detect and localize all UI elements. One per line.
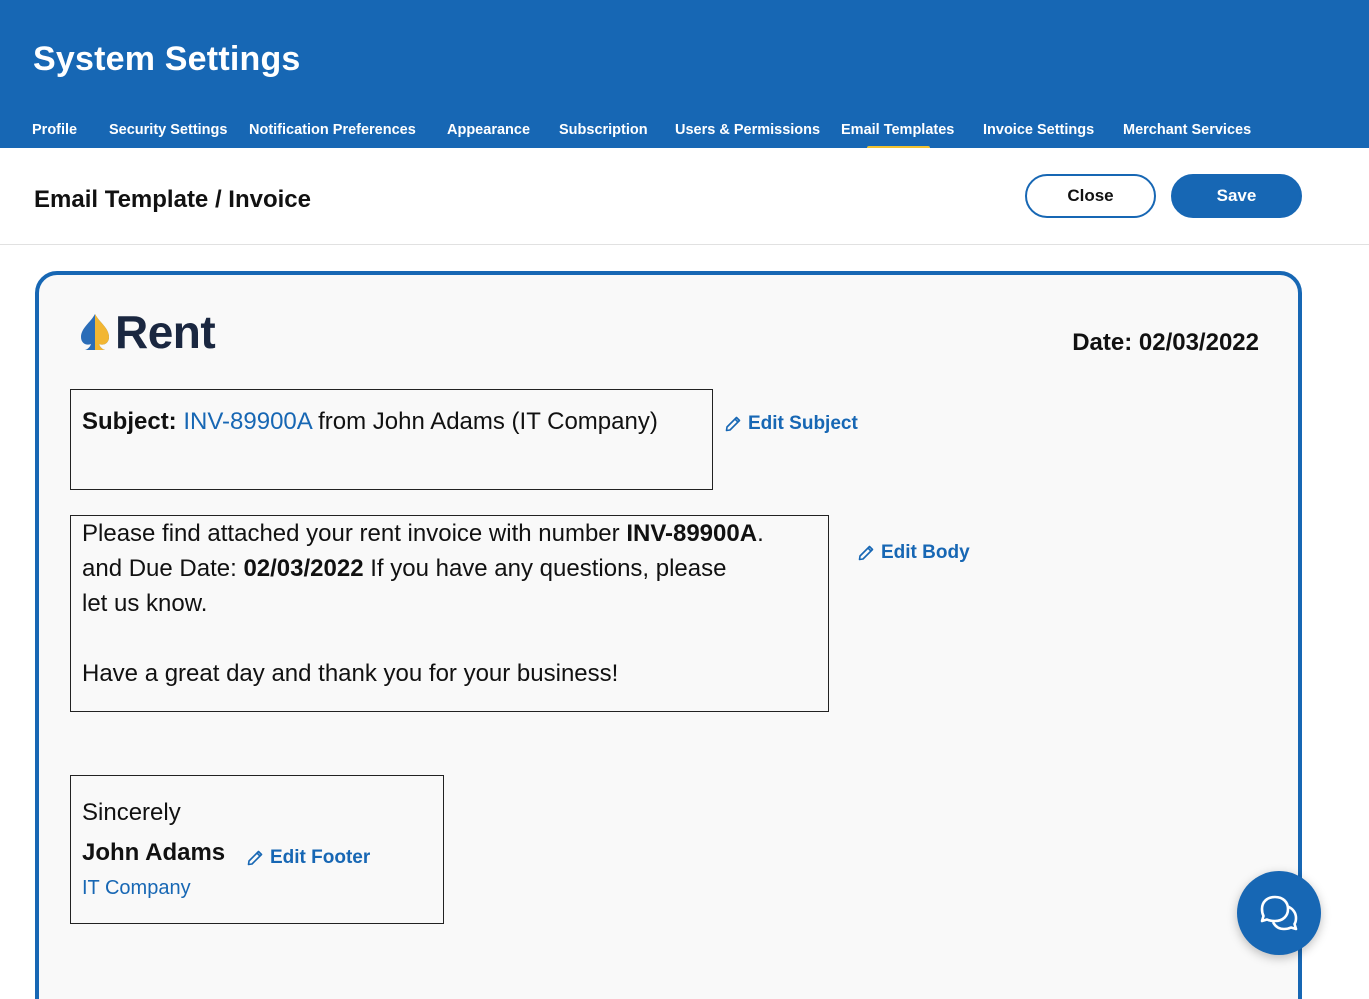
tab-users-permissions[interactable]: Users & Permissions: [675, 122, 820, 138]
footer-signer-name: John Adams: [82, 839, 226, 866]
page-title: Email Template / Invoice: [34, 186, 311, 213]
app-header: System Settings Profile Security Setting…: [0, 0, 1369, 150]
tab-invoice-settings[interactable]: Invoice Settings: [983, 122, 1094, 138]
rent-logo: Rent: [79, 306, 216, 358]
pencil-icon: [247, 850, 263, 866]
body-invoice-number: INV-89900A: [626, 520, 758, 547]
body-line-3: let us know.: [82, 590, 208, 617]
app-title: System Settings: [33, 40, 301, 78]
body-text: .: [757, 520, 764, 547]
tab-security-settings[interactable]: Security Settings: [109, 122, 227, 138]
body-text: Please find attached your rent invoice w…: [82, 520, 627, 547]
edit-footer-link[interactable]: Edit Footer: [246, 847, 370, 869]
tab-profile[interactable]: Profile: [32, 122, 77, 138]
edit-subject-label: Edit Subject: [748, 413, 858, 434]
footer-company: IT Company: [82, 877, 191, 899]
edit-footer-label: Edit Footer: [270, 847, 371, 868]
close-button[interactable]: Close: [1025, 174, 1156, 218]
tab-email-templates[interactable]: Email Templates: [841, 122, 954, 150]
subject-label: Subject:: [82, 408, 177, 435]
save-button[interactable]: Save: [1171, 174, 1302, 218]
body-closing: Have a great day and thank you for your …: [82, 660, 619, 687]
body-text: If you have any questions, please: [363, 555, 727, 582]
tab-notification-preferences[interactable]: Notification Preferences: [249, 122, 416, 138]
tab-subscription[interactable]: Subscription: [559, 122, 648, 138]
date-value: 02/03/2022: [1138, 329, 1259, 356]
date-label: Date:: [1072, 329, 1133, 356]
body-text: and Due Date:: [82, 555, 244, 582]
tab-appearance[interactable]: Appearance: [447, 122, 530, 138]
footer-sincerely: Sincerely: [82, 799, 181, 826]
spade-drop-logo-icon: [81, 314, 109, 350]
invoice-date: Date: 02/03/2022: [1072, 329, 1259, 357]
email-template-preview: Rent Date: 02/03/2022 Subject: INV-89900…: [35, 271, 1302, 999]
body-box: Please find attached your rent invoice w…: [70, 515, 829, 712]
settings-tabs: Profile Security Settings Notification P…: [0, 118, 1369, 150]
chat-button[interactable]: [1237, 871, 1321, 955]
body-line-2: and Due Date: 02/03/2022 If you have any…: [82, 551, 817, 586]
edit-body-link[interactable]: Edit Body: [857, 542, 970, 564]
subject-text: from John Adams (IT Company): [318, 408, 658, 435]
subject-box: Subject: INV-89900A from John Adams (IT …: [70, 389, 713, 490]
page-toolbar: Email Template / Invoice Close Save: [0, 148, 1369, 245]
pencil-icon: [725, 416, 741, 432]
subject-invoice-number: INV-89900A: [183, 408, 312, 435]
body-due-date: 02/03/2022: [243, 555, 364, 582]
logo-text: Rent: [115, 306, 216, 358]
chat-bubbles-icon: [1260, 895, 1298, 931]
tab-merchant-services[interactable]: Merchant Services: [1123, 122, 1251, 138]
body-line-1: Please find attached your rent invoice w…: [82, 516, 817, 551]
edit-body-label: Edit Body: [881, 542, 970, 563]
edit-subject-link[interactable]: Edit Subject: [724, 413, 858, 435]
pencil-icon: [858, 545, 874, 561]
